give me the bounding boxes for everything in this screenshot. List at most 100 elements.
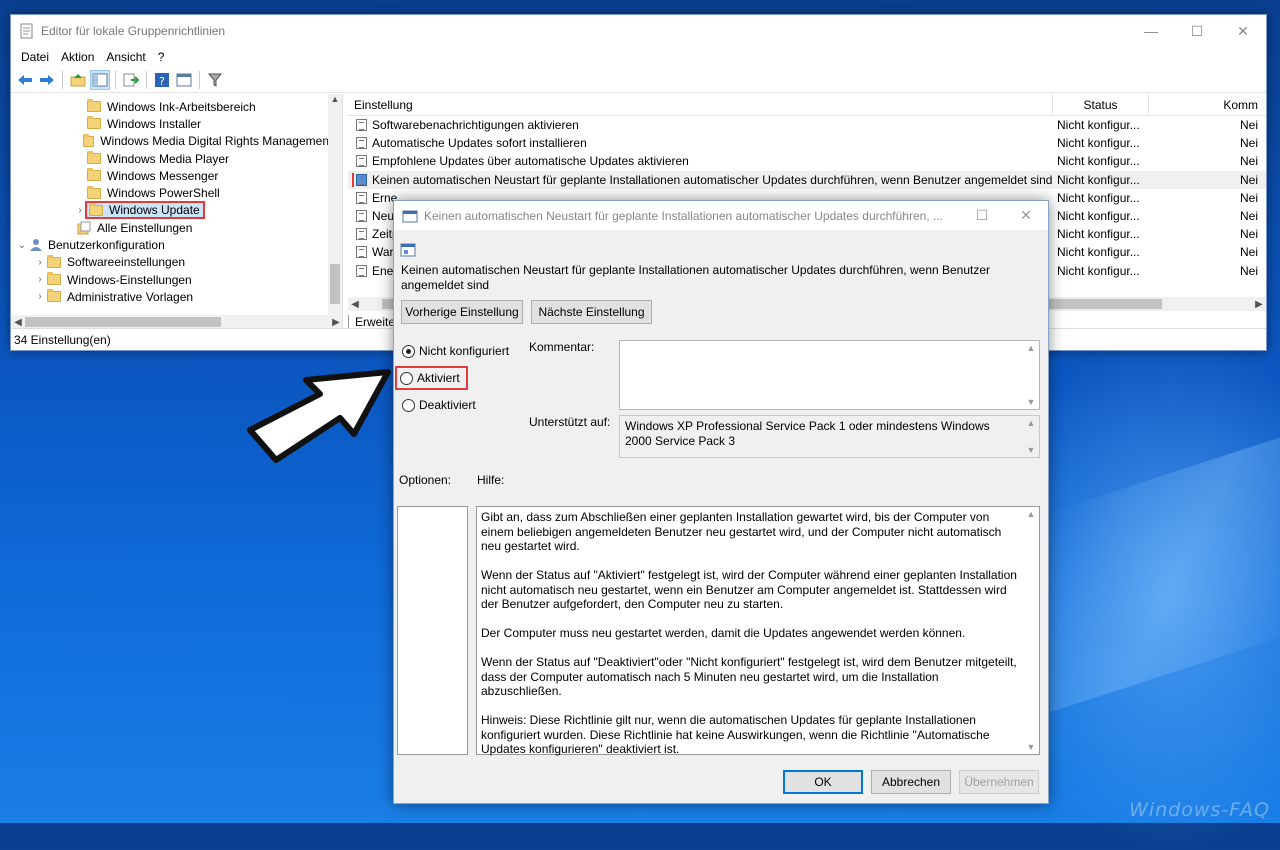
menu-ansicht[interactable]: Ansicht [100,50,151,64]
title-bar: Editor für lokale Gruppenrichtlinien — ☐… [11,15,1266,47]
list-row[interactable]: Empfohlene Updates über automatische Upd… [348,152,1266,170]
expand-chevron-icon[interactable]: › [33,291,47,302]
next-setting-button[interactable]: Nächste Einstellung [531,300,652,324]
maximize-button[interactable]: ☐ [1174,15,1220,47]
tree-item[interactable]: › Softwareeinstellungen [11,254,329,271]
close-button[interactable]: ✕ [1220,15,1266,47]
pointer-arrow-annotation [247,369,391,463]
minimize-button[interactable]: — [1128,15,1174,47]
properties-icon[interactable] [174,70,194,90]
tree-item-user-config[interactable]: ⌄ Benutzerkonfiguration [11,236,329,253]
forward-arrow-icon[interactable] [37,70,57,90]
list-row[interactable]: Automatische Updates sofort installieren… [348,134,1266,152]
folder-icon [87,151,101,165]
tree-item[interactable]: Windows Media Digital Rights Managemen [11,133,329,150]
dialog-heading: Keinen automatischen Neustart für geplan… [401,263,991,292]
policy-setting-icon [356,210,367,223]
column-header-setting[interactable]: Einstellung [348,94,1053,116]
export-list-icon[interactable] [121,70,141,90]
ok-button[interactable]: OK [783,770,863,794]
setting-icon [400,242,416,261]
tree-item[interactable]: Windows Installer [11,115,329,132]
watermark: Windows-FAQ [1129,799,1270,821]
radio-enabled[interactable]: Aktiviert [395,366,468,390]
list-row-selected[interactable]: Keinen automatischen Neustart für geplan… [348,170,1266,189]
comment-label: Kommentar: [529,340,595,354]
user-config-icon [29,238,43,252]
menu-help[interactable]: ? [152,50,171,64]
radio-not-configured[interactable]: Nicht konfiguriert [402,344,509,358]
radio-dot [402,344,415,358]
folder-icon [83,133,95,147]
column-header-comment[interactable]: Komm [1149,94,1266,116]
selected-setting-highlight: Keinen automatischen Neustart für geplan… [351,172,1053,187]
policy-setting-icon [356,155,367,168]
toolbar: ? [11,67,1266,93]
tree-horizontal-scrollbar[interactable]: ◀ ▶ [11,315,342,329]
folder-icon [89,202,103,216]
policy-setting-dialog: Keinen automatischen Neustart für geplan… [393,200,1049,804]
help-icon[interactable]: ? [152,70,172,90]
policy-setting-icon [356,191,367,204]
cancel-button[interactable]: Abbrechen [871,770,951,794]
all-settings-icon [77,221,91,235]
tree-item[interactable]: › Windows-Einstellungen [11,271,329,288]
expand-chevron-icon[interactable]: › [33,257,47,268]
expand-chevron-icon[interactable]: › [33,274,47,285]
options-label: Optionen: [399,473,452,487]
windows-update-highlight: Windows Update [85,201,205,220]
filter-icon[interactable] [205,70,225,90]
radio-disabled[interactable]: Deaktiviert [402,398,476,412]
dialog-close-button[interactable]: ✕ [1004,207,1048,224]
collapse-chevron-icon[interactable]: ⌄ [15,240,29,251]
policy-setting-icon [356,246,367,259]
show-hide-tree-icon[interactable] [90,69,110,90]
folder-icon [87,116,101,130]
policy-setting-icon [356,228,367,241]
expand-chevron-icon[interactable]: › [73,205,87,216]
help-text-panel[interactable]: Gibt an, dass zum Abschließen einer gepl… [476,506,1040,756]
radio-dot [400,371,413,385]
comment-textbox[interactable]: ▲ ▼ [619,340,1040,410]
supported-on-field: Windows XP Professional Service Pack 1 o… [619,415,1040,458]
radio-dot [402,398,415,412]
tree-item-all-settings[interactable]: Alle Einstellungen [11,219,329,236]
dialog-maximize-button[interactable]: ☐ [960,207,1004,224]
menu-bar: Datei Aktion Ansicht ? [11,47,1266,67]
folder-icon [47,254,61,268]
list-header: Einstellung Status Komm [348,94,1266,116]
folder-icon [47,272,61,286]
policy-setting-icon [356,119,367,132]
tree-item[interactable]: Windows Messenger [11,167,329,184]
help-label: Hilfe: [477,473,505,487]
menu-datei[interactable]: Datei [15,50,55,64]
previous-setting-button[interactable]: Vorherige Einstellung [401,300,523,324]
dialog-title-bar: Keinen automatischen Neustart für geplan… [394,201,1048,230]
status-text: 34 Einstellung(en) [14,332,111,347]
menu-aktion[interactable]: Aktion [55,50,100,64]
apply-button[interactable]: Übernehmen [959,770,1039,794]
list-row[interactable]: Softwarebenachrichtigungen aktivieren Nic… [348,116,1266,134]
up-folder-icon[interactable] [68,70,88,90]
folder-icon [47,289,61,303]
column-header-status[interactable]: Status [1053,94,1149,116]
tree-item[interactable]: Windows PowerShell [11,184,329,201]
policy-setting-icon [356,173,367,186]
svg-text:?: ? [159,75,165,88]
tree-item[interactable]: Windows Media Player [11,150,329,167]
policy-dialog-icon [402,209,418,223]
policy-setting-icon [356,137,367,150]
window-title: Editor für lokale Gruppenrichtlinien [41,24,226,38]
back-arrow-icon[interactable] [15,70,35,90]
tree-item[interactable]: › Administrative Vorlagen [11,288,329,305]
gpedit-app-icon [19,23,35,39]
policy-setting-icon [356,264,367,277]
tree-item[interactable]: Windows Ink-Arbeitsbereich [11,98,329,115]
tree-pane: Windows Ink-Arbeitsbereich Windows Insta… [11,94,343,329]
options-panel [397,506,468,755]
tree-vertical-scrollbar[interactable]: ▲ [328,94,342,316]
dialog-title: Keinen automatischen Neustart für geplan… [424,208,943,223]
folder-icon [87,99,101,113]
tree-item-windows-update[interactable]: › Windows Update [11,201,329,220]
supported-on-label: Unterstützt auf: [529,415,611,429]
